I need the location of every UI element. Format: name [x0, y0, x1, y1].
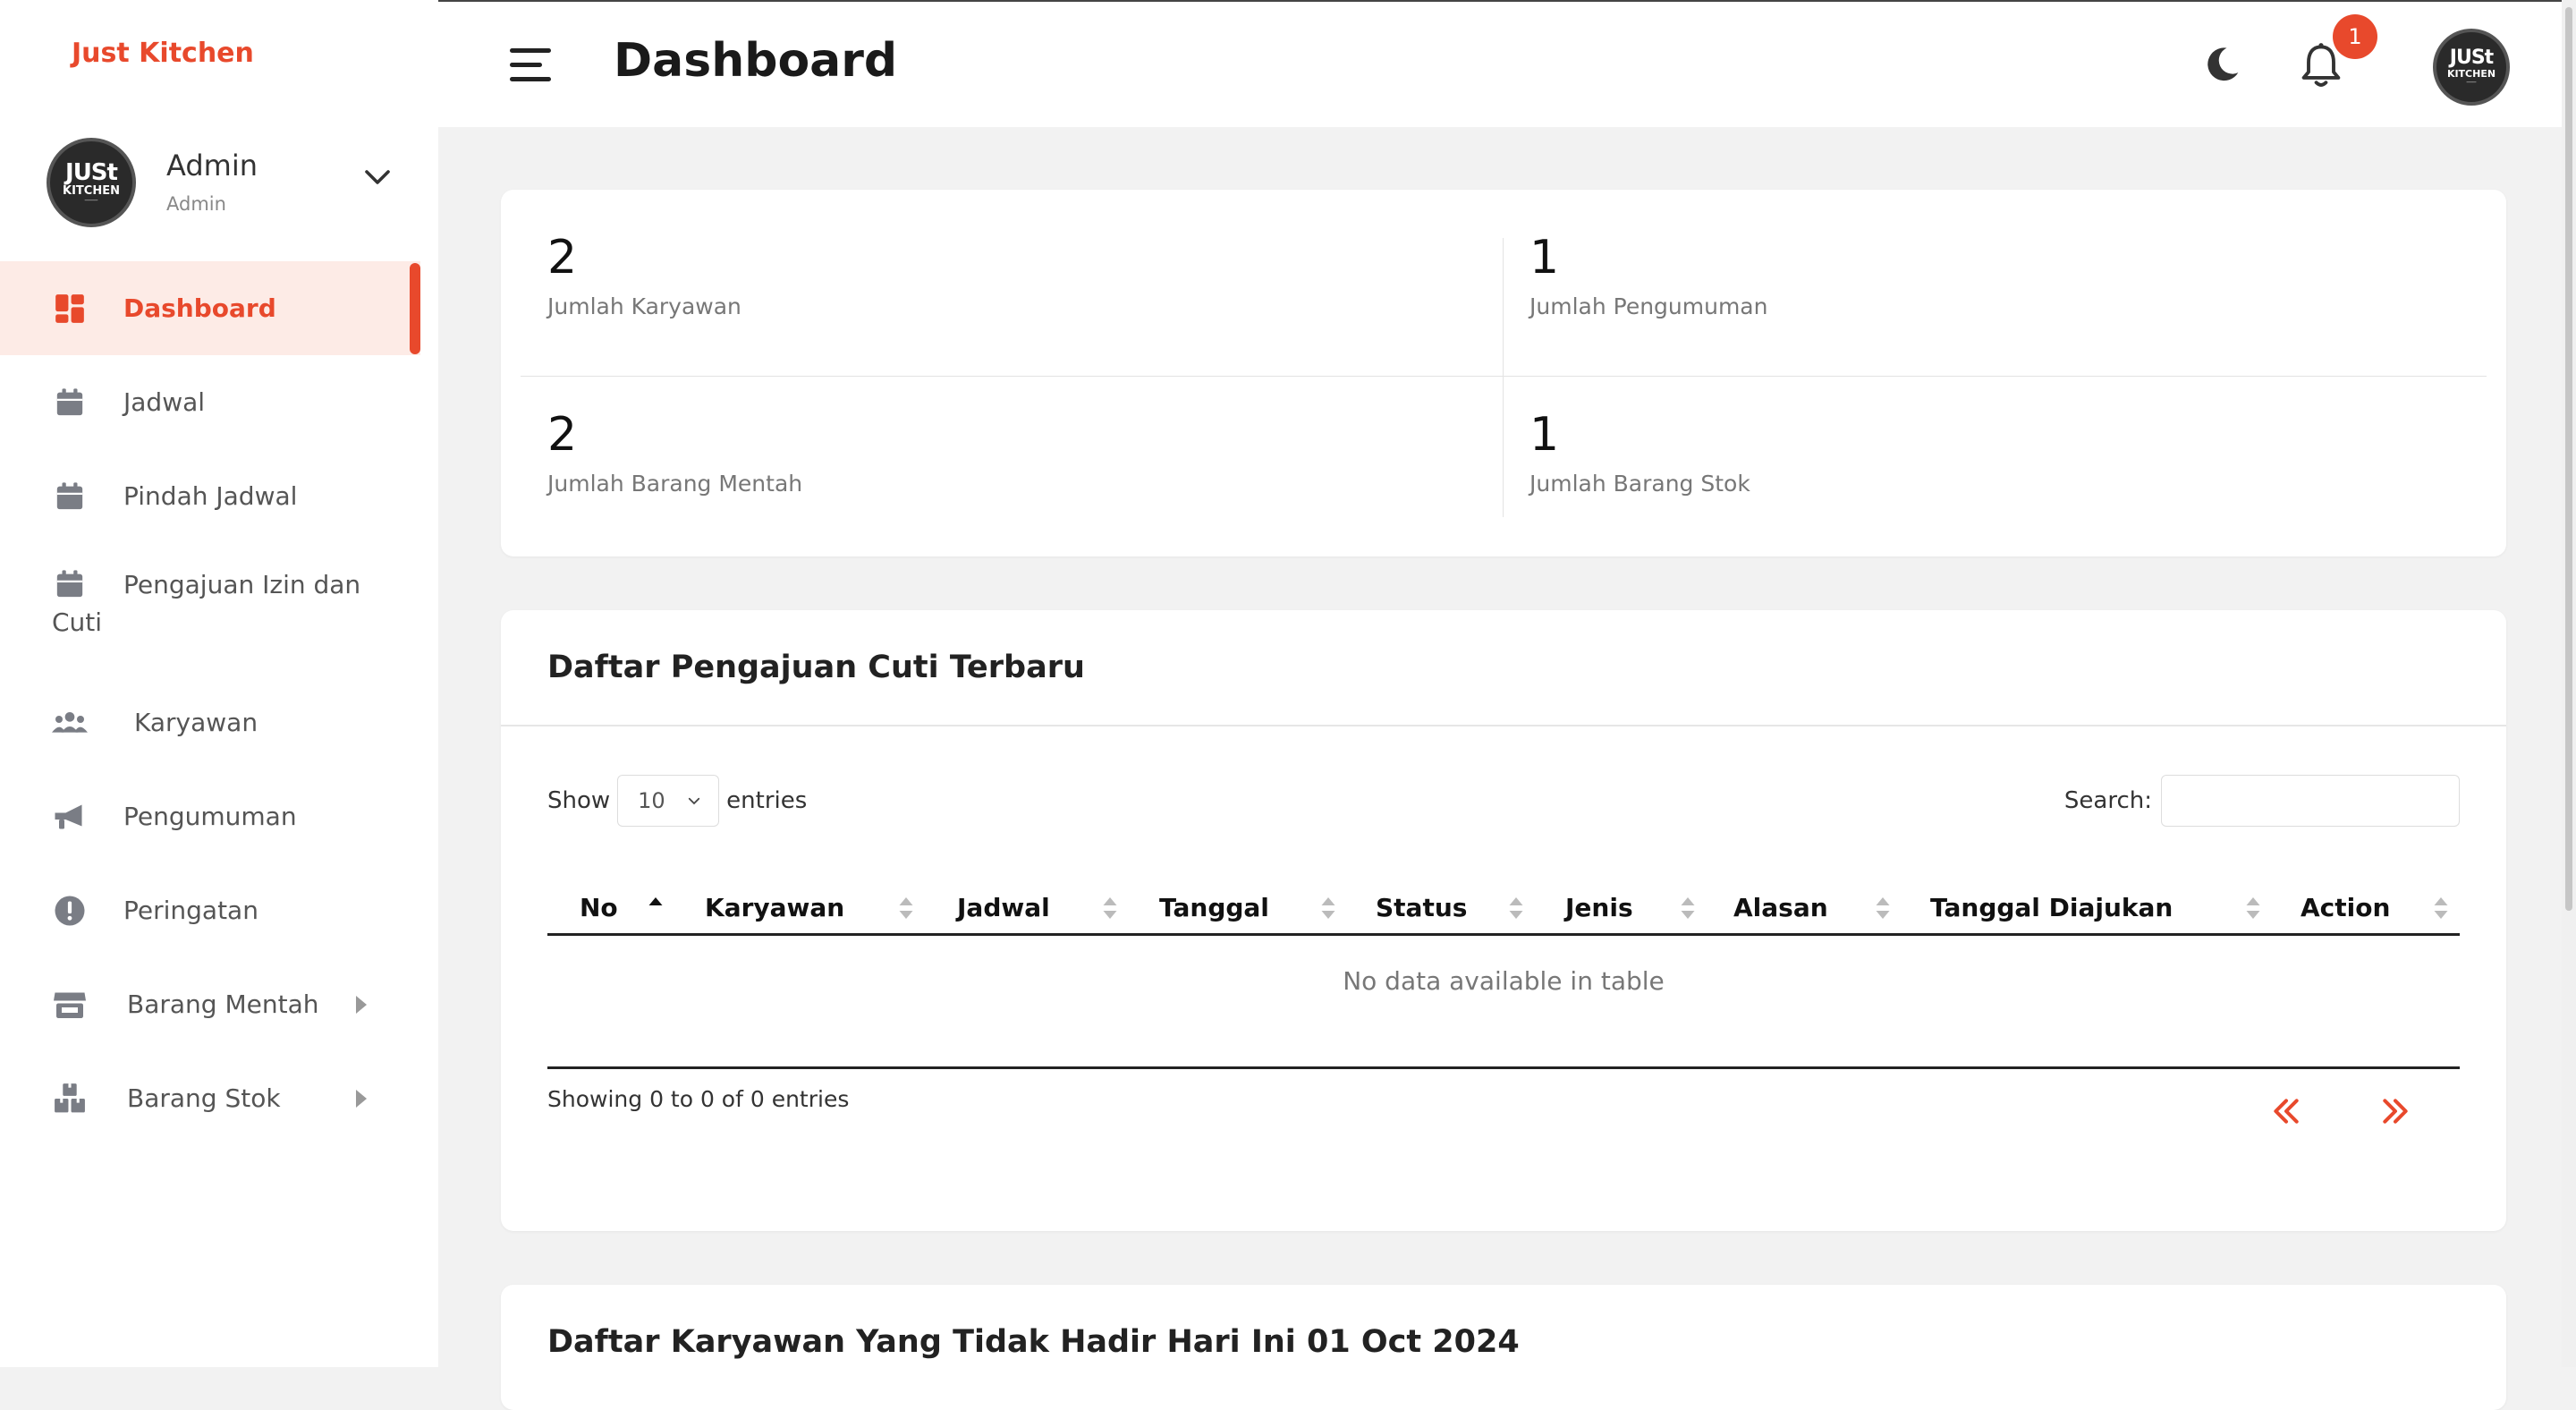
- leave-requests-card: Daftar Pengajuan Cuti Terbaru Show 10 en…: [501, 610, 2506, 1231]
- column-header-jadwal[interactable]: Jadwal: [957, 882, 1050, 932]
- top-bar: Dashboard 1 JUSt KITCHEN ───: [438, 0, 2562, 127]
- sort-icon[interactable]: [1875, 895, 1891, 922]
- table-bottom-border: [547, 1066, 2460, 1069]
- sidebar-item-label: Pengumuman: [123, 802, 297, 831]
- divider: [1503, 238, 1504, 517]
- sidebar: Just Kitchen JUSt KITCHEN ──── Admin Adm…: [0, 0, 438, 1367]
- notification-badge[interactable]: 1: [2333, 14, 2377, 59]
- caret-right-icon: [356, 995, 367, 1014]
- column-header-action[interactable]: Action: [2301, 882, 2390, 932]
- next-page-icon[interactable]: [2377, 1093, 2413, 1129]
- sidebar-menu: Dashboard Jadwal Pindah Jadwal Pengajuan…: [0, 261, 420, 1145]
- sort-asc-icon[interactable]: [648, 895, 664, 922]
- avatar[interactable]: JUSt KITCHEN ───: [2433, 29, 2510, 106]
- table-header: No Karyawan Jadwal Tanggal Status Jenis …: [547, 882, 2460, 936]
- sidebar-item-barang-stok[interactable]: Barang Stok: [0, 1051, 420, 1145]
- user-role: Admin: [166, 193, 226, 215]
- absent-employees-card: Daftar Karyawan Yang Tidak Hadir Hari In…: [501, 1285, 2506, 1410]
- stat-value: 2: [547, 231, 578, 285]
- table-search: Search:: [2064, 775, 2460, 827]
- user-profile[interactable]: JUSt KITCHEN ──── Admin Admin: [47, 136, 404, 229]
- sort-icon[interactable]: [1102, 895, 1118, 922]
- sidebar-item-karyawan[interactable]: Karyawan: [0, 675, 420, 769]
- sidebar-item-dashboard[interactable]: Dashboard: [0, 261, 420, 355]
- page-title: Dashboard: [614, 34, 898, 88]
- column-header-tanggal[interactable]: Tanggal: [1159, 882, 1269, 932]
- moon-icon[interactable]: [2202, 45, 2241, 84]
- sidebar-item-label: Peringatan: [123, 896, 258, 925]
- sort-icon[interactable]: [2245, 895, 2261, 922]
- stat-jumlah-barang-mentah: 2 Jumlah Barang Mentah: [501, 367, 1485, 546]
- sidebar-item-peringatan[interactable]: Peringatan: [0, 863, 420, 957]
- store-icon: [52, 987, 88, 1023]
- stat-jumlah-pengumuman: 1 Jumlah Pengumuman: [1483, 190, 2467, 369]
- calendar-icon: [52, 479, 88, 514]
- page-size-select[interactable]: 10: [617, 775, 720, 827]
- sort-icon[interactable]: [1680, 895, 1696, 922]
- sidebar-item-label: Barang Stok: [127, 1083, 281, 1113]
- empty-table-message: No data available in table: [1343, 966, 1665, 996]
- stat-value: 1: [1530, 231, 1560, 285]
- sort-icon[interactable]: [1320, 895, 1336, 922]
- sidebar-item-label: Karyawan: [134, 708, 258, 737]
- sidebar-item-label: Dashboard: [123, 293, 276, 323]
- sidebar-item-pindah-jadwal[interactable]: Pindah Jadwal: [0, 449, 420, 543]
- search-input[interactable]: [2161, 775, 2460, 827]
- megaphone-icon: [52, 799, 88, 835]
- stat-value: 1: [1530, 408, 1560, 462]
- sort-icon[interactable]: [1508, 895, 1524, 922]
- stat-label: Jumlah Barang Stok: [1530, 471, 1750, 497]
- stat-label: Jumlah Pengumuman: [1530, 293, 1768, 319]
- column-header-tanggal-diajukan[interactable]: Tanggal Diajukan: [1930, 882, 2173, 932]
- show-label: Show: [547, 787, 611, 814]
- user-name: Admin: [166, 149, 258, 183]
- stats-card: 2 Jumlah Karyawan 1 Jumlah Pengumuman 2 …: [501, 190, 2506, 556]
- chevron-down-icon[interactable]: [361, 161, 394, 193]
- brand-logo-text[interactable]: Just Kitchen: [72, 38, 254, 69]
- column-header-no[interactable]: No: [580, 882, 618, 932]
- sidebar-item-label: Barang Mentah: [127, 990, 319, 1019]
- sort-icon[interactable]: [2433, 895, 2449, 922]
- table-info: Showing 0 to 0 of 0 entries: [547, 1086, 850, 1112]
- stat-label: Jumlah Barang Mentah: [547, 471, 803, 497]
- stat-jumlah-karyawan: 2 Jumlah Karyawan: [501, 190, 1485, 369]
- section-title: Daftar Karyawan Yang Tidak Hadir Hari In…: [547, 1324, 1520, 1360]
- dashboard-icon: [52, 291, 88, 327]
- users-icon: [52, 705, 88, 741]
- divider: [521, 376, 2487, 377]
- sidebar-item-jadwal[interactable]: Jadwal: [0, 355, 420, 449]
- divider: [501, 725, 2506, 726]
- page-size-control: Show 10 entries: [547, 775, 807, 827]
- column-header-jenis[interactable]: Jenis: [1565, 882, 1633, 932]
- sidebar-item-pengumuman[interactable]: Pengumuman: [0, 769, 420, 863]
- sidebar-item-pengajuan-izin[interactable]: Pengajuan Izin dan Cuti: [0, 543, 420, 675]
- column-header-karyawan[interactable]: Karyawan: [705, 882, 844, 932]
- column-header-status[interactable]: Status: [1376, 882, 1467, 932]
- sidebar-item-label: Pindah Jadwal: [123, 481, 298, 511]
- sidebar-item-label: Jadwal: [123, 387, 206, 417]
- sort-icon[interactable]: [898, 895, 914, 922]
- chevron-down-icon: [689, 797, 700, 805]
- column-header-alasan[interactable]: Alasan: [1733, 882, 1828, 932]
- stat-value: 2: [547, 408, 578, 462]
- stat-label: Jumlah Karyawan: [547, 293, 741, 319]
- sidebar-item-label: Pengajuan Izin dan Cuti: [52, 570, 361, 637]
- sidebar-item-barang-mentah[interactable]: Barang Mentah: [0, 957, 420, 1051]
- caret-right-icon: [356, 1089, 367, 1108]
- boxes-icon: [52, 1081, 88, 1117]
- alert-circle-icon: [52, 893, 88, 929]
- stat-jumlah-barang-stok: 1 Jumlah Barang Stok: [1483, 367, 2467, 546]
- hamburger-menu-icon[interactable]: [510, 48, 551, 84]
- calendar-icon: [52, 385, 88, 420]
- avatar: JUSt KITCHEN ────: [47, 138, 136, 227]
- entries-label: entries: [726, 787, 808, 814]
- scrollbar-thumb[interactable]: [2565, 7, 2572, 911]
- calendar-icon: [52, 566, 88, 602]
- section-title: Daftar Pengajuan Cuti Terbaru: [547, 650, 1085, 685]
- previous-page-icon[interactable]: [2268, 1093, 2304, 1129]
- search-label: Search:: [2063, 787, 2152, 814]
